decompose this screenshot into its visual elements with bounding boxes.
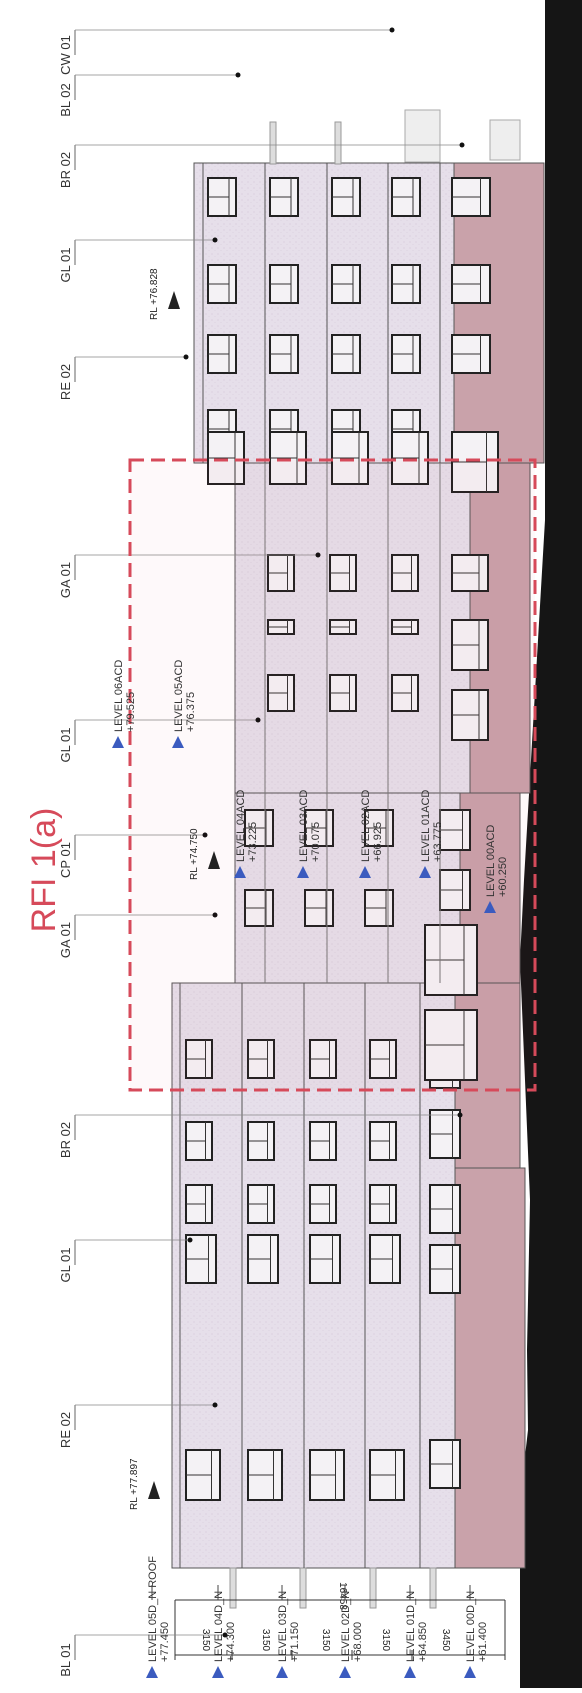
rfi-label: RFI 1(a) (25, 808, 63, 933)
window (269, 177, 299, 217)
level-rl: +61.400 (477, 1622, 489, 1662)
level-rl: +64.850 (417, 1622, 429, 1662)
elevation-drawing: 16458 3150 3150 3150 3150 3450 CW 01 BL 02 BR … (0, 0, 582, 1688)
material-tag: BR 02 (58, 1122, 73, 1158)
rl-marker: RL +77.897 (129, 1458, 140, 1510)
material-tag: BL 01 (58, 1643, 73, 1677)
floor-dimension: 3150 (380, 1629, 391, 1652)
material-tag: RE 02 (58, 364, 73, 400)
material-tag: CW 01 (58, 35, 73, 75)
level-rl: +73.225 (247, 822, 259, 862)
left-level-markers: LEVEL 05D_N ROOF +77.450 LEVEL 04D_N +74.30… (146, 1556, 489, 1678)
window (429, 1244, 461, 1294)
level-rl: +79.525 (125, 692, 137, 732)
window (369, 1449, 405, 1501)
material-tag: GA 01 (58, 562, 73, 598)
material-tag: GL 01 (58, 728, 73, 763)
window (451, 177, 491, 217)
window (391, 334, 421, 374)
window (369, 1234, 401, 1284)
level-name: LEVEL 04D_N (213, 1591, 225, 1662)
window (391, 177, 421, 217)
window (451, 264, 491, 304)
level-rl: +68.000 (352, 1622, 364, 1662)
window (207, 264, 237, 304)
window (331, 264, 361, 304)
level-rl: +63.775 (432, 822, 444, 862)
window (429, 1184, 461, 1234)
material-tag: RE 02 (58, 1412, 73, 1448)
window (207, 334, 237, 374)
window (309, 1234, 341, 1284)
window (309, 1449, 345, 1501)
level-name: LEVEL 01ACD (420, 790, 432, 862)
window (331, 177, 361, 217)
rfi-boundary (128, 458, 537, 1092)
level-name: LEVEL 02D_N (340, 1591, 352, 1662)
window (429, 1439, 461, 1489)
floor-dimension: 3150 (260, 1629, 271, 1652)
level-rl: +74.300 (225, 1622, 237, 1662)
window (247, 1121, 275, 1161)
level-name: LEVEL 04ACD (235, 790, 247, 862)
window (207, 177, 237, 217)
level-name: LEVEL 01D_N (405, 1591, 417, 1662)
rl-marker: RL +76.828 (149, 268, 160, 320)
window (369, 1121, 397, 1161)
material-tag: GL 01 (58, 1248, 73, 1283)
floor-dimension: 3150 (320, 1629, 331, 1652)
level-rl: +77.450 (159, 1622, 171, 1662)
window (185, 1184, 213, 1224)
level-name: LEVEL 02ACD (360, 790, 372, 862)
material-tag: BR 02 (58, 152, 73, 188)
level-name: LEVEL 03ACD (298, 790, 310, 862)
level-name: LEVEL 03D_N (277, 1591, 289, 1662)
level-rl: +70.075 (310, 822, 322, 862)
window (247, 1234, 279, 1284)
level-rl: +60.250 (497, 857, 509, 897)
level-name: LEVEL 05ACD (173, 660, 185, 732)
level-rl: +71.150 (289, 1622, 301, 1662)
window (369, 1184, 397, 1224)
elevation-svg: 16458 3150 3150 3150 3150 3450 CW 01BL 02BR … (25, 0, 582, 1688)
rl-marker: RL +74.750 (189, 828, 200, 880)
level-name: LEVEL 06ACD (113, 660, 125, 732)
window (391, 264, 421, 304)
window (331, 334, 361, 374)
window (247, 1449, 283, 1501)
window (269, 264, 299, 304)
material-tag: BL 02 (58, 83, 73, 117)
level-rl: +66.925 (372, 822, 384, 862)
window (247, 1184, 275, 1224)
window (185, 1121, 213, 1161)
level-name: LEVEL 05D_N ROOF (147, 1556, 159, 1662)
window (451, 334, 491, 374)
window (309, 1121, 337, 1161)
window (185, 1449, 221, 1501)
window (269, 334, 299, 374)
material-tag: GL 01 (58, 248, 73, 283)
level-rl: +76.375 (185, 692, 197, 732)
floor-dimension: 3150 (200, 1629, 211, 1652)
window (429, 1109, 461, 1159)
level-name: LEVEL 00ACD (485, 825, 497, 897)
level-name: LEVEL 00D_N (465, 1591, 477, 1662)
floor-dimension: 3450 (440, 1629, 451, 1652)
window (309, 1184, 337, 1224)
upper-block (193, 109, 545, 464)
